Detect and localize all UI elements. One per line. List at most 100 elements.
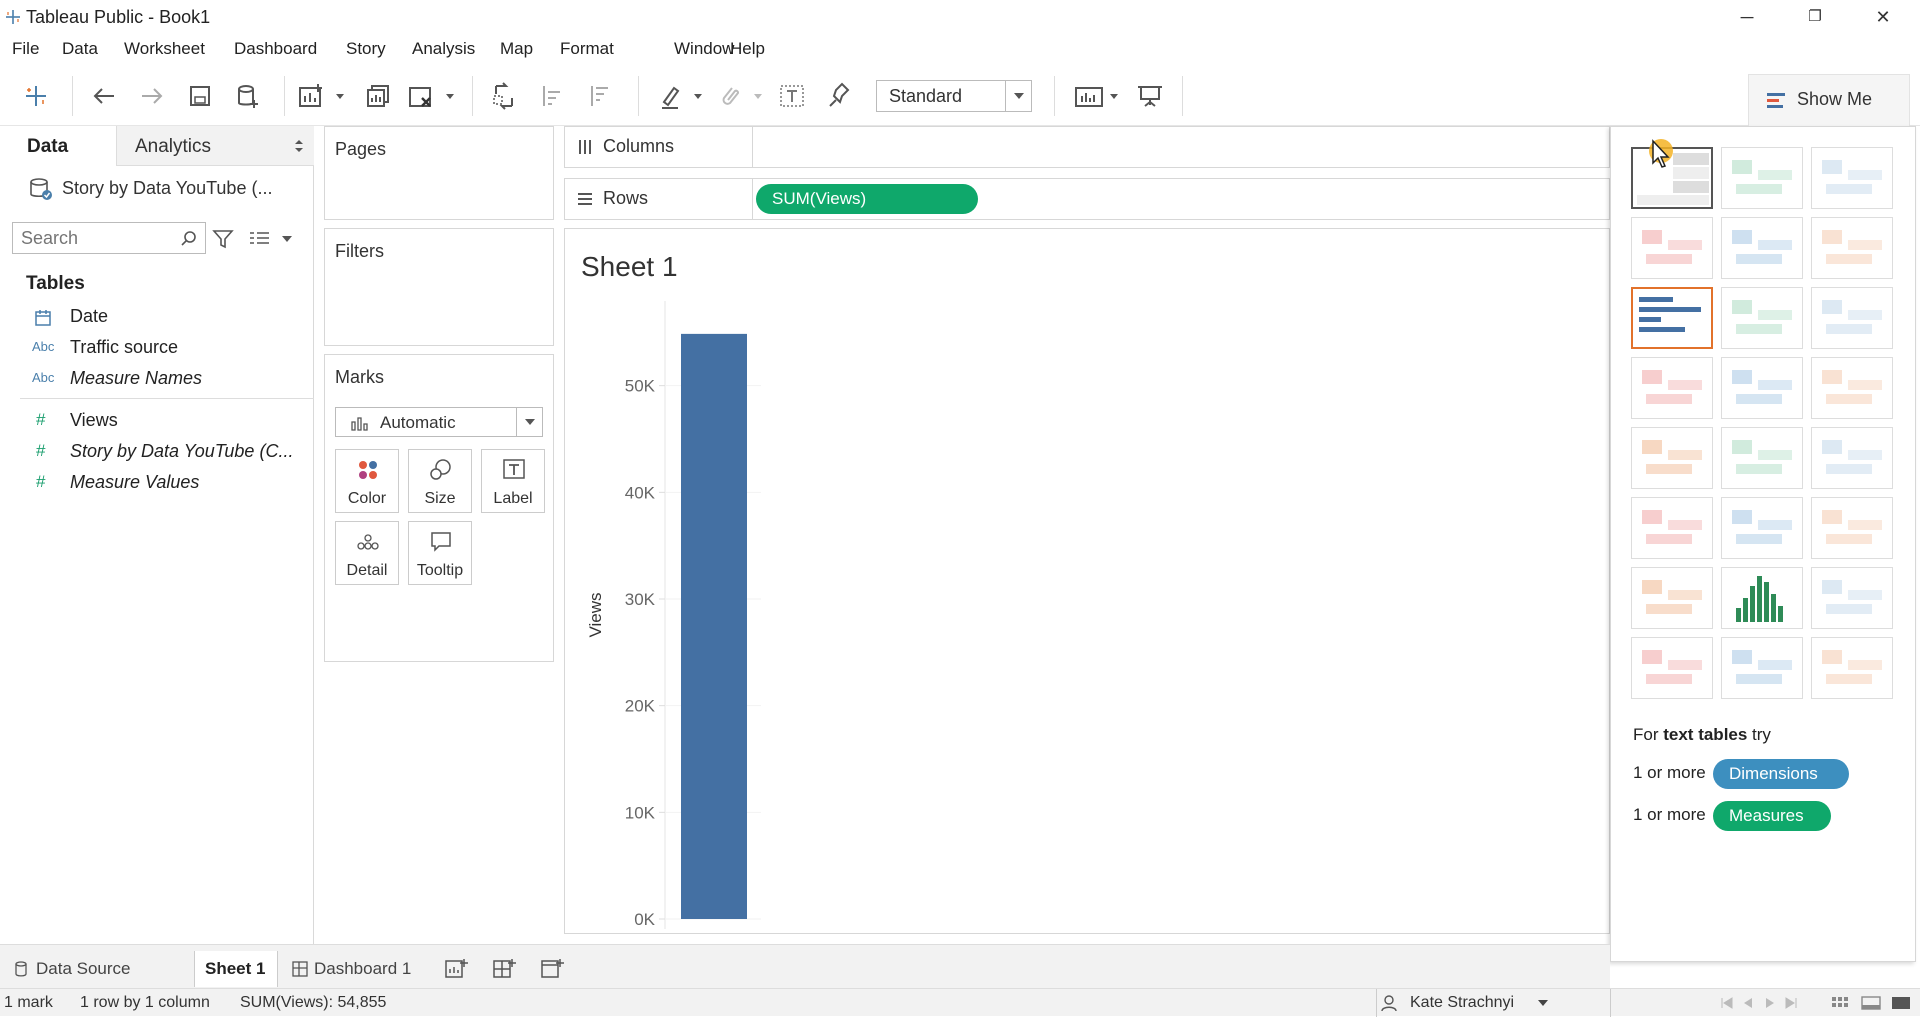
bar-mark[interactable] [681, 333, 747, 919]
area-discrete-thumb[interactable] [1721, 497, 1803, 559]
treemap-thumb[interactable] [1631, 357, 1713, 419]
sheet-nav-icons[interactable] [1720, 996, 1804, 1010]
heat-map-thumb[interactable] [1721, 147, 1803, 209]
menu-analysis[interactable]: Analysis [412, 39, 475, 59]
packed-bubbles-thumb[interactable] [1811, 637, 1893, 699]
pie-chart-thumb[interactable] [1811, 217, 1893, 279]
horizontal-bars-thumb[interactable] [1631, 287, 1713, 349]
sum-views-pill[interactable]: SUM(Views) [756, 184, 978, 214]
new-worksheet-icon[interactable] [296, 80, 346, 112]
presentation-mode-icon[interactable] [1134, 80, 1166, 112]
show-cards-icon[interactable] [1072, 80, 1122, 112]
duplicate-sheet-icon[interactable] [362, 80, 394, 112]
tab-sheet-1[interactable]: Sheet 1 [194, 951, 278, 987]
highlight-table-thumb[interactable] [1811, 147, 1893, 209]
color-button[interactable]: Color [335, 449, 399, 513]
restore-button[interactable]: ❐ [1788, 2, 1842, 32]
side-by-side-circles-thumb[interactable] [1811, 357, 1893, 419]
sort-ascending-icon[interactable] [536, 80, 568, 112]
measures-label: Measures [1729, 806, 1804, 825]
sheet-title[interactable]: Sheet 1 [581, 251, 678, 283]
menu-story[interactable]: Story [346, 39, 386, 59]
field-story-count[interactable]: # Story by Data YouTube (C... [0, 437, 314, 467]
fix-axes-pin-icon[interactable] [824, 80, 856, 112]
tableau-home-icon[interactable] [20, 80, 52, 112]
y-axis-label[interactable]: Views [586, 592, 605, 637]
tab-data-source[interactable]: Data Source [0, 951, 190, 987]
box-whisker-thumb[interactable] [1811, 567, 1893, 629]
rows-shelf[interactable]: Rows [564, 178, 1610, 220]
circle-views-thumb[interactable] [1721, 357, 1803, 419]
tab-analytics[interactable]: Analytics [116, 126, 314, 166]
redo-icon[interactable] [136, 80, 168, 112]
tab-dashboard-1[interactable]: Dashboard 1 [282, 951, 422, 987]
bullet-graph-thumb[interactable] [1721, 637, 1803, 699]
size-button[interactable]: Size [408, 449, 472, 513]
field-measure-names[interactable]: Abc Measure Names [0, 364, 314, 394]
view-list-icon[interactable] [248, 228, 294, 250]
new-story-icon[interactable] [540, 957, 566, 981]
chevron-down-icon[interactable] [516, 408, 542, 436]
menu-map[interactable]: Map [500, 39, 533, 59]
tab-data[interactable]: Data [0, 126, 116, 166]
menu-help[interactable]: Help [730, 39, 765, 59]
filled-map-thumb[interactable] [1721, 217, 1803, 279]
label-button[interactable]: Label [481, 449, 545, 513]
scatter-plot-thumb[interactable] [1631, 567, 1713, 629]
view-mode-icons[interactable] [1830, 995, 1916, 1011]
symbol-map-thumb[interactable] [1631, 217, 1713, 279]
columns-label: Columns [603, 136, 675, 156]
tooltip-button[interactable]: Tooltip [408, 521, 472, 585]
field-date[interactable]: Date [0, 302, 314, 332]
field-views[interactable]: # Views [0, 406, 314, 436]
search-input[interactable] [21, 228, 171, 249]
measures-pill: Measures [1713, 801, 1831, 831]
user-name[interactable]: Kate Strachnyi [1410, 994, 1514, 1012]
undo-icon[interactable] [88, 80, 120, 112]
area-continuous-thumb[interactable] [1631, 497, 1713, 559]
new-worksheet-icon[interactable] [444, 957, 470, 981]
group-members-icon[interactable] [714, 80, 764, 112]
bar-chart[interactable]: Views 0K 10K 20K 30K 40K 50K [565, 289, 1609, 935]
stacked-bars-thumb[interactable] [1721, 287, 1803, 349]
search-icon [181, 231, 196, 246]
save-icon[interactable] [184, 80, 216, 112]
show-mark-labels-icon[interactable] [776, 80, 808, 112]
menu-file[interactable]: File [12, 39, 39, 59]
show-me-button[interactable]: Show Me [1748, 74, 1910, 126]
highlight-icon[interactable] [656, 80, 706, 112]
menu-format[interactable]: Format [560, 39, 614, 59]
histogram-thumb[interactable] [1721, 567, 1803, 629]
field-measure-values[interactable]: # Measure Values [0, 468, 314, 498]
side-by-side-bars-thumb[interactable] [1811, 287, 1893, 349]
swap-rows-columns-icon[interactable] [488, 80, 520, 112]
viz-area[interactable]: Sheet 1 Views 0K 10K 20K 30K 40K 50K [564, 228, 1610, 934]
menu-dashboard[interactable]: Dashboard [234, 39, 317, 59]
chevron-down-icon[interactable] [1536, 997, 1550, 1009]
field-traffic-source[interactable]: Abc Traffic source [0, 333, 314, 363]
filter-icon[interactable] [212, 228, 234, 250]
detail-button[interactable]: Detail [335, 521, 399, 585]
search-field[interactable] [12, 222, 206, 254]
clear-sheet-icon[interactable] [406, 80, 456, 112]
sort-descending-icon[interactable] [584, 80, 616, 112]
gantt-chart-thumb[interactable] [1631, 637, 1713, 699]
chevron-down-icon[interactable] [1005, 81, 1031, 111]
columns-shelf[interactable]: Columns [564, 126, 1610, 168]
menu-window[interactable]: Window [674, 39, 734, 59]
new-dashboard-icon[interactable] [492, 957, 518, 981]
menu-worksheet[interactable]: Worksheet [124, 39, 205, 59]
dual-lines-thumb[interactable] [1811, 427, 1893, 489]
datasource-name[interactable]: Story by Data YouTube (... [62, 178, 272, 199]
dual-combination-thumb[interactable] [1811, 497, 1893, 559]
menu-data[interactable]: Data [62, 39, 98, 59]
fit-dropdown[interactable]: Standard [876, 80, 1032, 112]
filters-card[interactable]: Filters [324, 228, 554, 346]
pages-card[interactable]: Pages [324, 126, 554, 220]
lines-discrete-thumb[interactable] [1721, 427, 1803, 489]
add-datasource-icon[interactable] [232, 80, 264, 112]
close-button[interactable]: ✕ [1856, 2, 1910, 32]
lines-continuous-thumb[interactable] [1631, 427, 1713, 489]
minimize-button[interactable]: ─ [1720, 2, 1774, 32]
mark-type-dropdown[interactable]: Automatic [335, 407, 543, 437]
